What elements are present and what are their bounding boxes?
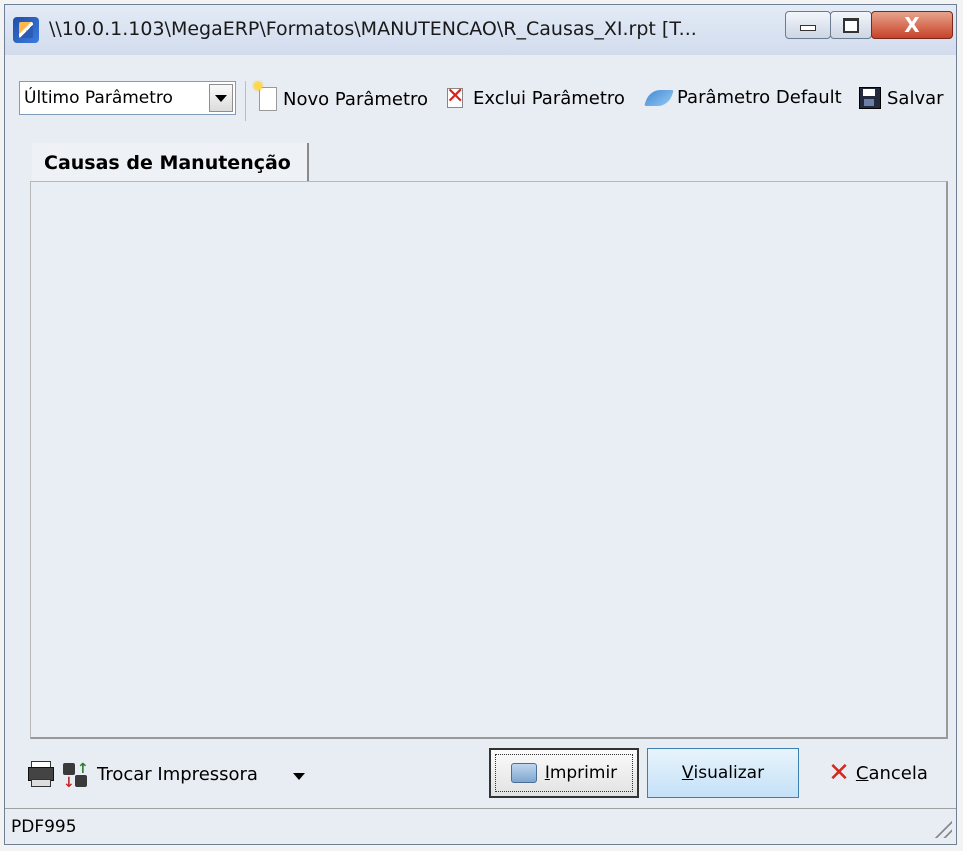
parameter-select[interactable]: Último Parâmetro	[19, 81, 236, 115]
tab-area: Causas de Manutenção	[30, 143, 948, 739]
save-icon	[859, 87, 881, 109]
tab-label: Causas de Manutenção	[44, 152, 291, 174]
cancel-label: ancela	[868, 762, 928, 784]
cancel-accel: C	[855, 762, 869, 784]
parameter-select-value: Último Parâmetro	[24, 88, 173, 108]
maximize-icon	[843, 17, 859, 33]
swap-printer-icon[interactable]: ↑ ↓	[63, 761, 89, 791]
chevron-down-icon[interactable]	[293, 773, 305, 780]
cancel-icon: ✕	[828, 758, 850, 788]
change-printer-button[interactable]: Trocar Impressora	[97, 764, 258, 785]
delete-parameter-button[interactable]: Exclui Parâmetro	[445, 84, 625, 109]
close-icon: X	[904, 13, 920, 37]
tab-causas-de-manutencao[interactable]: Causas de Manutenção	[32, 143, 309, 183]
window-title: \\10.0.1.103\MegaERP\Formatos\MANUTENCAO…	[49, 18, 697, 40]
report-window: \\10.0.1.103\MegaERP\Formatos\MANUTENCAO…	[4, 4, 957, 845]
default-parameter-button[interactable]: Parâmetro Default	[644, 87, 842, 108]
delete-icon	[445, 84, 467, 109]
maximize-button[interactable]	[830, 11, 872, 39]
app-icon	[13, 17, 39, 43]
status-bar: PDF995	[5, 808, 956, 842]
toolbar-separator	[245, 81, 246, 121]
new-parameter-button[interactable]: Novo Parâmetro	[254, 82, 429, 111]
cancel-button[interactable]: ✕ Cancela	[813, 748, 943, 798]
new-parameter-label: Novo Parâmetro	[283, 88, 429, 110]
default-parameter-icon	[644, 89, 674, 106]
resize-grip-icon[interactable]	[932, 818, 952, 838]
title-bar[interactable]: \\10.0.1.103\MegaERP\Formatos\MANUTENCAO…	[5, 5, 956, 55]
save-button[interactable]: Salvar	[859, 87, 944, 109]
print-label: mprimir	[549, 763, 618, 783]
save-label: Salvar	[887, 87, 944, 109]
print-button[interactable]: Imprimir	[489, 748, 639, 798]
minimize-icon	[800, 25, 816, 31]
minimize-button[interactable]	[785, 11, 831, 39]
tab-panel	[30, 181, 948, 739]
print-icon	[510, 763, 537, 783]
preview-label: isualizar	[693, 763, 765, 783]
printer-icon[interactable]	[28, 761, 54, 787]
preview-button[interactable]: Visualizar	[647, 748, 799, 798]
new-document-icon	[254, 82, 277, 111]
status-printer: PDF995	[11, 817, 77, 837]
chevron-down-icon[interactable]	[209, 84, 233, 112]
default-parameter-label: Parâmetro Default	[677, 87, 842, 108]
preview-accel: V	[681, 763, 694, 783]
close-button[interactable]: X	[871, 11, 953, 39]
change-printer-label: Trocar Impressora	[97, 764, 258, 785]
delete-parameter-label: Exclui Parâmetro	[473, 87, 625, 109]
